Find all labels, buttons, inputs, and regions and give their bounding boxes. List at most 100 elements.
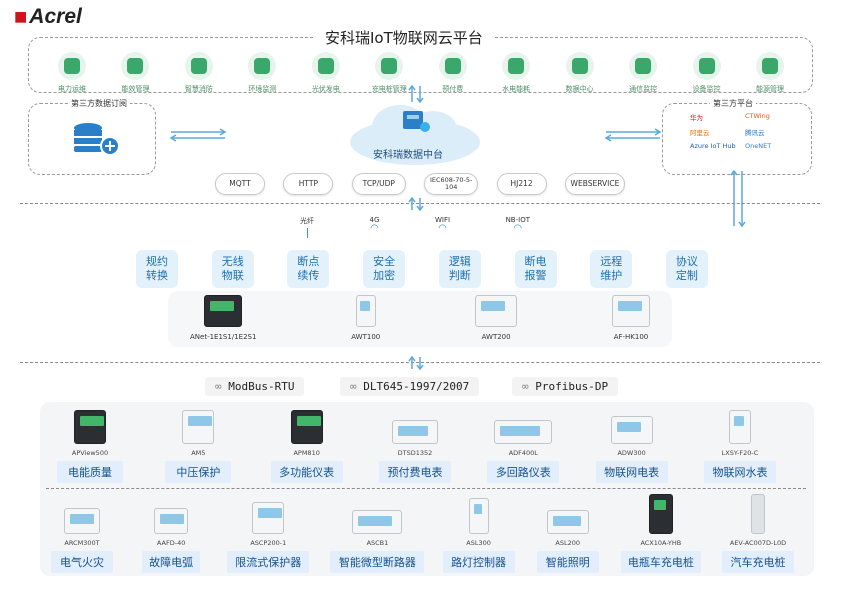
- link-icon: ∞: [522, 380, 536, 393]
- data-center-label: 安科瑞数据中台: [373, 150, 443, 161]
- meter-device-icon: [546, 510, 589, 534]
- network-nbiot[interactable]: NB-IOT ◠: [506, 216, 530, 238]
- device-card[interactable]: ASL200 智能照明: [530, 494, 606, 573]
- vendor-onenet[interactable]: OneNET: [745, 142, 800, 150]
- service-item[interactable]: 数据中心: [554, 52, 606, 94]
- device-category-button[interactable]: 多功能仪表: [270, 461, 343, 483]
- protocol-pill[interactable]: HJ212: [496, 173, 547, 195]
- protocol-pill[interactable]: WEBSERVICE: [564, 173, 625, 195]
- device-category-button[interactable]: 物联网水表: [703, 461, 776, 483]
- wifi-signal-icon: ◠: [438, 223, 447, 234]
- bus-modbus[interactable]: ∞ ModBus-RTU: [205, 377, 305, 396]
- device-card[interactable]: AM5 中压保护: [158, 410, 238, 483]
- service-icon: [502, 52, 531, 80]
- device-card[interactable]: DTSD1352 预付费电表: [375, 410, 455, 483]
- link-icon: ∞: [350, 380, 364, 393]
- service-icon: [565, 52, 594, 80]
- acrel-logo: ■ Acrel: [14, 4, 82, 30]
- fiber-icon: [306, 228, 308, 238]
- feature-cylinder: 逻辑 判断: [438, 250, 481, 288]
- gateway-device-icon: [355, 295, 376, 327]
- device-card[interactable]: ARCM300T 电气火灾: [44, 494, 120, 573]
- service-item[interactable]: 能源管理: [744, 52, 796, 94]
- device-category-button[interactable]: 电气火灾: [51, 551, 113, 573]
- device-card[interactable]: ASCB1 智能微型断路器: [327, 494, 427, 573]
- device-category-button[interactable]: 路灯控制器: [442, 551, 515, 573]
- device-category-button[interactable]: 限流式保护器: [227, 551, 310, 573]
- gateway-device[interactable]: AF-HK100: [611, 295, 650, 341]
- service-icon: [248, 52, 277, 80]
- gateway-device-icon: [204, 295, 243, 327]
- charging-pile-icon: [648, 494, 673, 534]
- service-item[interactable]: 能效管理: [109, 52, 161, 94]
- network-wifi[interactable]: WIFI ◠: [435, 216, 450, 238]
- bus-dlt645[interactable]: ∞ DLT645-1997/2007: [340, 377, 480, 396]
- device-category-button[interactable]: 智能微型断路器: [330, 551, 425, 573]
- service-item[interactable]: 设备监控: [681, 52, 733, 94]
- feature-cylinder: 断点 续传: [287, 250, 330, 288]
- device-card[interactable]: ACX10A-YHB 电瓶车充电桩: [619, 494, 703, 573]
- protocol-pill[interactable]: HTTP: [283, 173, 334, 195]
- meter-device-icon: [252, 502, 285, 534]
- device-category-button[interactable]: 电瓶车充电桩: [620, 551, 701, 573]
- gateway-row: ANet-1E1S1/1E2S1 AWT100 AWT200 AF-HK100: [190, 295, 650, 341]
- protocol-pill[interactable]: IEC608-70-5-104: [424, 173, 479, 195]
- vertical-arrow-icon: [408, 196, 424, 212]
- vendor-huawei[interactable]: 华为: [690, 112, 745, 122]
- feature-cylinder: 安全 加密: [363, 250, 406, 288]
- device-card[interactable]: APView500 电能质量: [50, 410, 130, 483]
- device-card[interactable]: ASL300 路灯控制器: [441, 494, 517, 573]
- device-row-2: ARCM300T 电气火灾 AAFD-40 故障电弧 ASCP200-1 限流式…: [44, 494, 800, 573]
- feature-cylinder: 断电 报警: [514, 250, 557, 288]
- service-item[interactable]: 预付费: [427, 52, 479, 94]
- service-item[interactable]: 光伏发电: [300, 52, 352, 94]
- service-item[interactable]: 通信监控: [617, 52, 669, 94]
- device-card[interactable]: ADF400L 多回路仪表: [483, 410, 563, 483]
- wifi-signal-icon: ◠: [370, 223, 379, 234]
- meter-device-icon: [290, 410, 323, 444]
- bus-profibus[interactable]: ∞ Profibus-DP: [512, 377, 619, 396]
- row-divider: [46, 488, 806, 489]
- device-category-button[interactable]: 预付费电表: [378, 461, 451, 483]
- meter-device-icon: [391, 420, 438, 444]
- device-category-button[interactable]: 多回路仪表: [487, 461, 560, 483]
- vendor-tencent[interactable]: 腾讯云: [745, 127, 800, 137]
- vendor-aliyun[interactable]: 阿里云: [690, 127, 745, 137]
- device-category-button[interactable]: 智能照明: [536, 551, 599, 573]
- feature-cylinder: 规约 转换: [136, 250, 178, 288]
- breaker-device-icon: [352, 510, 403, 534]
- platform-title: 安科瑞IoT物联网云平台: [315, 27, 493, 48]
- device-category-button[interactable]: 故障电弧: [142, 551, 201, 573]
- service-item[interactable]: 智慧消防: [173, 52, 225, 94]
- service-item[interactable]: 水电能耗: [490, 52, 542, 94]
- protocol-row: MQTT HTTP TCP/UDP IEC608-70-5-104 HJ212 …: [215, 173, 625, 195]
- device-card[interactable]: ASCP200-1 限流式保护器: [222, 494, 314, 573]
- device-card[interactable]: ADW300 物联网电表: [592, 410, 672, 483]
- gateway-device[interactable]: ANet-1E1S1/1E2S1: [190, 295, 256, 341]
- device-card[interactable]: AAFD-40 故障电弧: [133, 494, 209, 573]
- protocol-pill[interactable]: TCP/UDP: [351, 173, 406, 195]
- device-card[interactable]: AEV-AC007D-L0D 汽车充电桩: [716, 494, 800, 573]
- vendor-azure[interactable]: Azure IoT Hub: [690, 142, 745, 150]
- network-fiber[interactable]: 光纤: [300, 216, 314, 238]
- vendor-ctwing[interactable]: CTWing: [745, 112, 800, 122]
- meter-device-icon: [154, 508, 189, 534]
- service-item[interactable]: 电力运维: [46, 52, 98, 94]
- device-card[interactable]: APM810 多功能仪表: [267, 410, 347, 483]
- device-category-button[interactable]: 汽车充电桩: [721, 551, 794, 573]
- network-4g[interactable]: 4G ◠: [370, 216, 380, 238]
- service-item[interactable]: 环境监测: [236, 52, 288, 94]
- meter-device-icon: [494, 420, 553, 444]
- gateway-device[interactable]: AWT100: [351, 295, 380, 341]
- protocol-pill[interactable]: MQTT: [215, 173, 265, 195]
- service-icon: [375, 52, 404, 80]
- meter-device-icon: [74, 410, 106, 444]
- device-category-button[interactable]: 中压保护: [165, 461, 232, 483]
- gateway-device[interactable]: AWT200: [475, 295, 518, 341]
- charging-pile-icon: [750, 494, 765, 534]
- feature-cylinder: 无线 物联: [211, 250, 254, 288]
- device-category-button[interactable]: 电能质量: [57, 461, 123, 483]
- service-icon: [438, 52, 467, 80]
- device-category-button[interactable]: 物联网电表: [595, 461, 668, 483]
- device-card[interactable]: LXSY-F20-C 物联网水表: [700, 410, 780, 483]
